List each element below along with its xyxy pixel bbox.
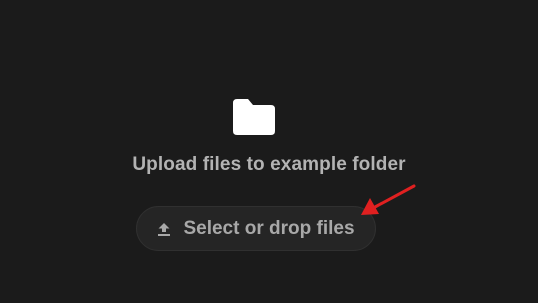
annotation-arrow-icon — [361, 184, 416, 215]
upload-title: Upload files to example folder — [132, 154, 406, 175]
select-files-label: Select or drop files — [183, 217, 355, 239]
upload-icon — [158, 223, 171, 236]
upload-panel: Upload files to example folder Select or… — [0, 0, 538, 303]
select-files-button[interactable]: Select or drop files — [136, 206, 376, 251]
folder-icon — [233, 99, 275, 135]
